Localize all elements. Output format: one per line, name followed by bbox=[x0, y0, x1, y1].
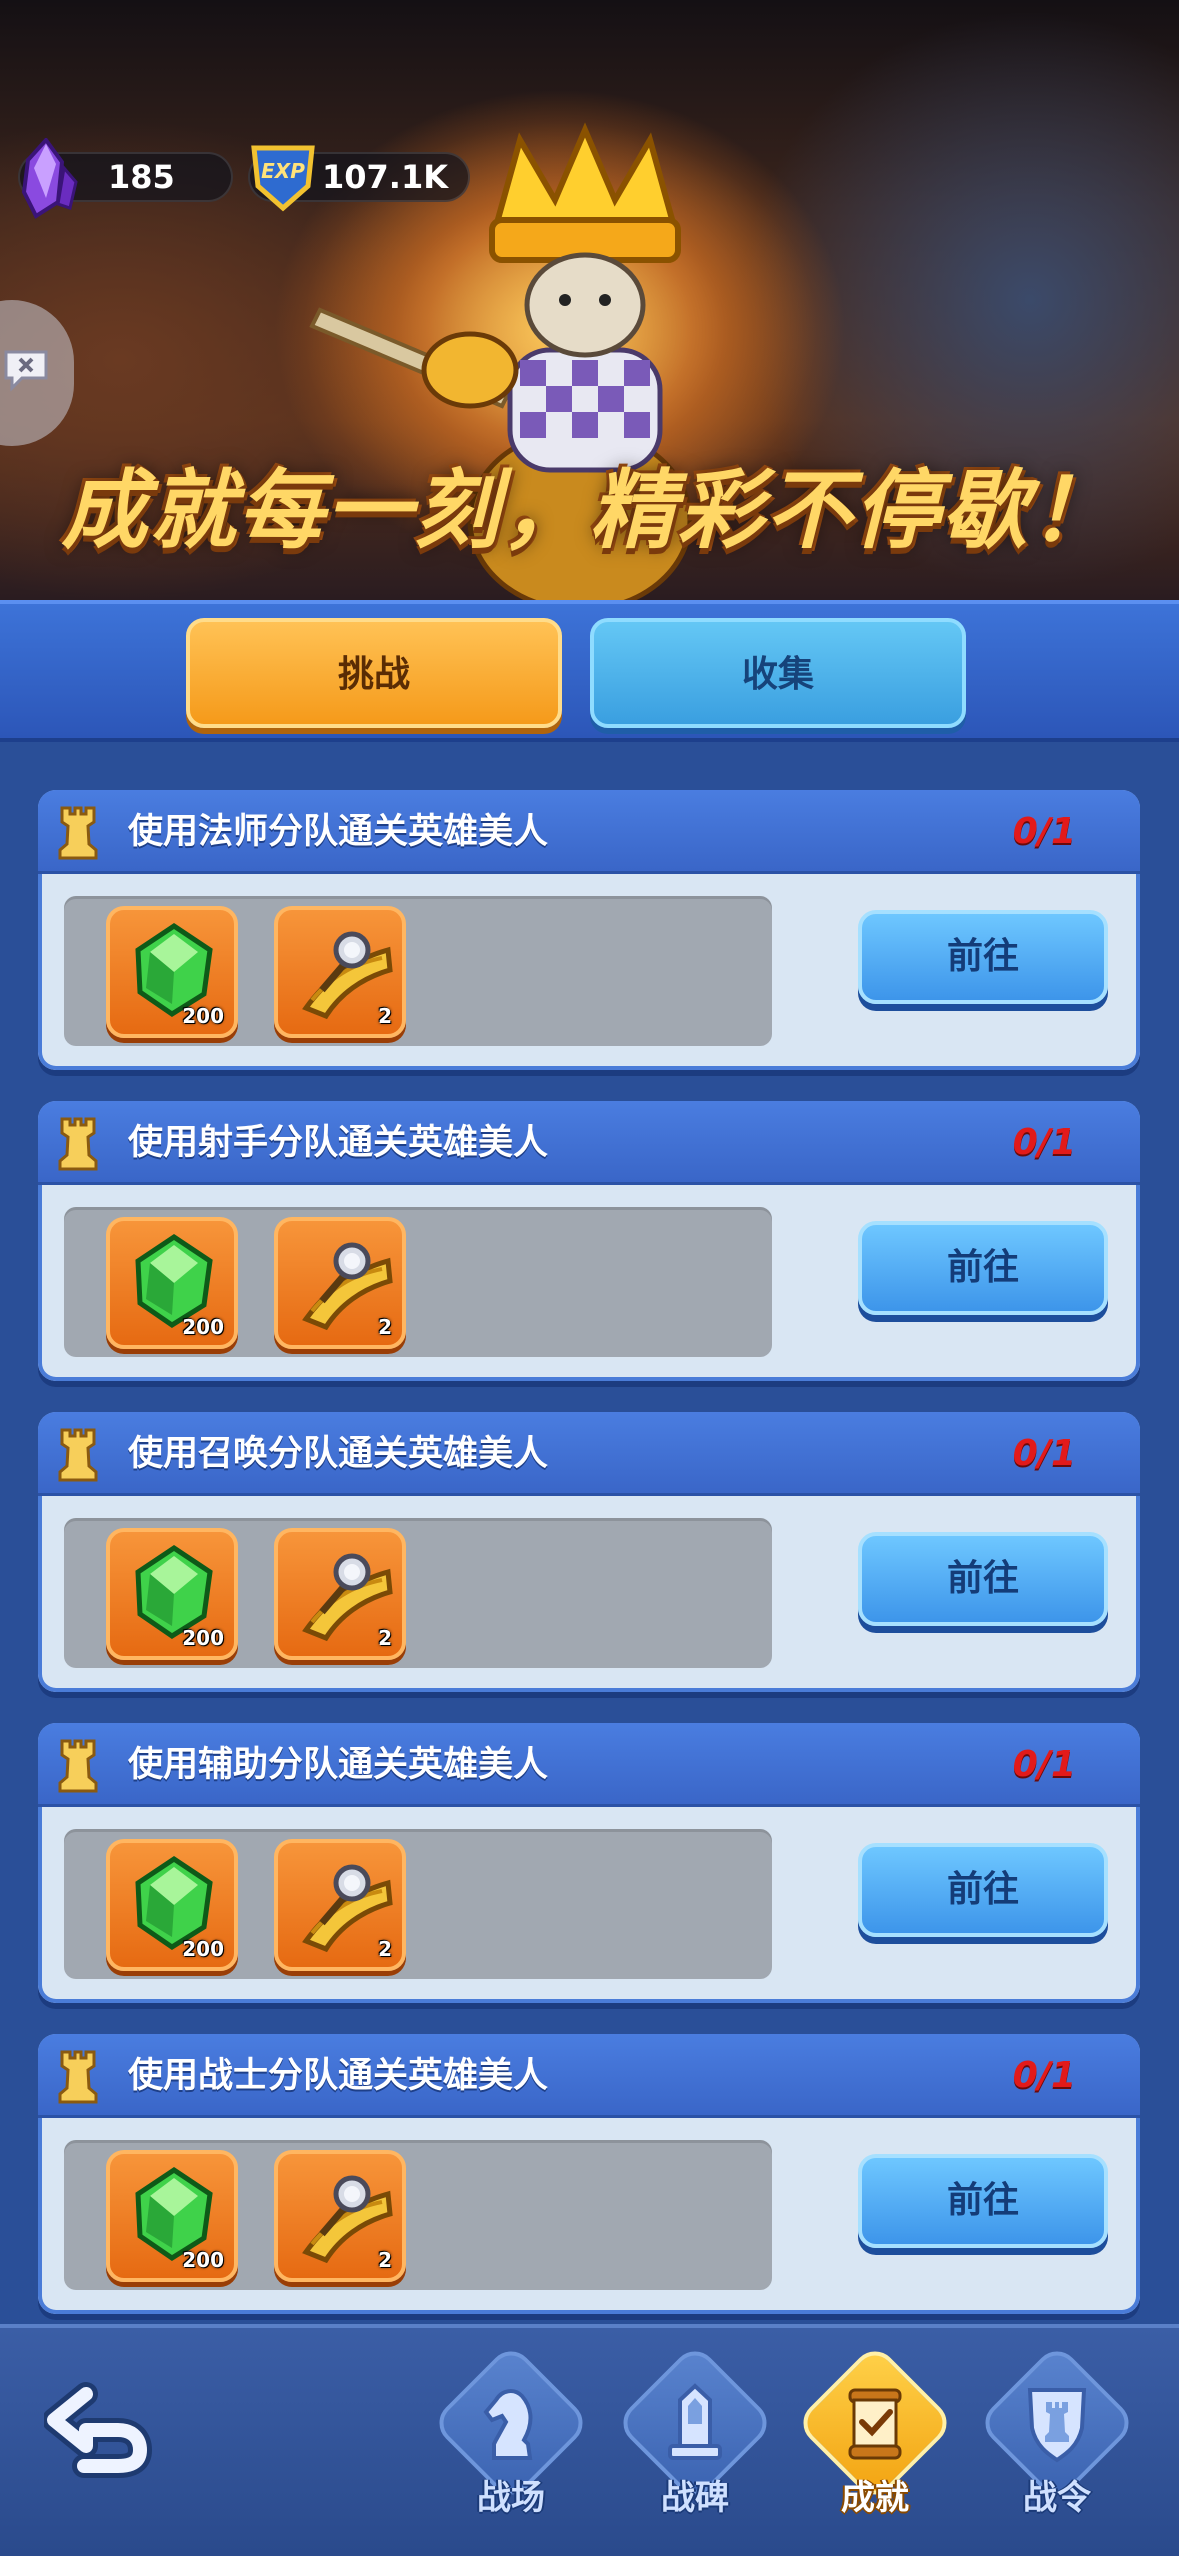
reward-tray: 200 2 bbox=[64, 2140, 772, 2290]
task-title: 使用法师分队通关英雄美人 bbox=[128, 812, 549, 852]
reward-qty: 200 bbox=[182, 2248, 224, 2272]
task-title: 使用射手分队通关英雄美人 bbox=[128, 1123, 549, 1163]
knight-icon bbox=[483, 2389, 533, 2460]
reward-item-gems[interactable]: 200 bbox=[106, 1839, 238, 1971]
task-card: 使用辅助分队通关英雄美人 0/1 200 2 前往 bbox=[38, 1723, 1140, 2003]
reward-qty: 200 bbox=[182, 1315, 224, 1339]
rook-icon bbox=[58, 1739, 98, 1793]
task-card-header: 使用召唤分队通关英雄美人 0/1 bbox=[38, 1412, 1140, 1496]
reward-tray: 200 2 bbox=[64, 896, 772, 1046]
task-card-header: 使用辅助分队通关英雄美人 0/1 bbox=[38, 1723, 1140, 1807]
task-card-header: 使用射手分队通关英雄美人 0/1 bbox=[38, 1101, 1140, 1185]
reward-qty: 2 bbox=[378, 1315, 392, 1339]
reward-qty: 200 bbox=[182, 1937, 224, 1961]
gem-counter[interactable]: 185 bbox=[18, 138, 233, 219]
nav-battle-pass-label: 战令 bbox=[1023, 2478, 1091, 2518]
exp-counter[interactable]: EXP 107.1K bbox=[248, 145, 470, 212]
task-progress: 0/1 bbox=[1012, 1433, 1076, 1474]
reward-qty: 2 bbox=[378, 2248, 392, 2272]
nav-monument-label: 战碑 bbox=[661, 2478, 729, 2518]
task-card: 使用战士分队通关英雄美人 0/1 200 2 前往 bbox=[38, 2034, 1140, 2314]
nav-achievements-label: 成就 bbox=[841, 2478, 909, 2518]
rook-icon bbox=[58, 1428, 98, 1482]
task-progress: 0/1 bbox=[1012, 811, 1076, 852]
go-button[interactable]: 前往 bbox=[858, 1843, 1108, 1937]
reward-item-scroll[interactable]: 2 bbox=[274, 2150, 406, 2282]
reward-item-gems[interactable]: 200 bbox=[106, 2150, 238, 2282]
rook-icon bbox=[58, 1117, 98, 1171]
nav-battle-pass[interactable]: 战令 bbox=[972, 2342, 1142, 2530]
task-progress: 0/1 bbox=[1012, 2055, 1076, 2096]
task-card-header: 使用法师分队通关英雄美人 0/1 bbox=[38, 790, 1140, 874]
task-card: 使用法师分队通关英雄美人 0/1 200 2 前往 bbox=[38, 790, 1140, 1070]
task-card: 使用召唤分队通关英雄美人 0/1 200 2 前往 bbox=[38, 1412, 1140, 1692]
reward-item-scroll[interactable]: 2 bbox=[274, 1217, 406, 1349]
task-title: 使用辅助分队通关英雄美人 bbox=[128, 1745, 549, 1785]
go-button[interactable]: 前往 bbox=[858, 2154, 1108, 2248]
reward-qty: 2 bbox=[378, 1004, 392, 1028]
nav-battlefield[interactable]: 战场 bbox=[426, 2342, 596, 2530]
nav-battlefield-label: 战场 bbox=[477, 2478, 545, 2518]
purple-crystal-icon bbox=[21, 138, 78, 219]
svg-text:EXP: EXP bbox=[261, 159, 305, 183]
rook-icon bbox=[58, 806, 98, 860]
go-button[interactable]: 前往 bbox=[858, 1221, 1108, 1315]
nav-achievements[interactable]: 成就 bbox=[790, 2342, 960, 2530]
chat-toggle-button[interactable] bbox=[0, 300, 74, 446]
rook-icon bbox=[58, 2050, 98, 2104]
task-card-header: 使用战士分队通关英雄美人 0/1 bbox=[38, 2034, 1140, 2118]
scroll-check-icon bbox=[848, 2388, 902, 2460]
reward-item-gems[interactable]: 200 bbox=[106, 1217, 238, 1349]
task-progress: 0/1 bbox=[1012, 1122, 1076, 1163]
reward-item-gems[interactable]: 200 bbox=[106, 906, 238, 1038]
back-arrow-icon[interactable] bbox=[44, 2380, 162, 2480]
achievement-task-list: 使用法师分队通关英雄美人 0/1 200 2 前往 使用射手分队通关英雄美人 0… bbox=[38, 790, 1140, 2345]
task-title: 使用召唤分队通关英雄美人 bbox=[128, 1434, 549, 1474]
tab-challenge[interactable]: 挑战 bbox=[186, 618, 562, 728]
reward-tray: 200 2 bbox=[64, 1207, 772, 1357]
reward-item-scroll[interactable]: 2 bbox=[274, 1839, 406, 1971]
reward-item-gems[interactable]: 200 bbox=[106, 1528, 238, 1660]
reward-qty: 200 bbox=[182, 1626, 224, 1650]
go-button[interactable]: 前往 bbox=[858, 910, 1108, 1004]
reward-tray: 200 2 bbox=[64, 1829, 772, 1979]
go-button[interactable]: 前往 bbox=[858, 1532, 1108, 1626]
exp-count: 107.1K bbox=[322, 158, 449, 196]
gem-count: 185 bbox=[108, 158, 175, 196]
rook-shield-icon bbox=[1027, 2388, 1087, 2463]
reward-item-scroll[interactable]: 2 bbox=[274, 1528, 406, 1660]
reward-qty: 2 bbox=[378, 1626, 392, 1650]
category-tab-bar: 挑战 收集 bbox=[0, 600, 1179, 742]
banner-title: 成就每一刻，精彩不停歇！ bbox=[61, 461, 1118, 561]
reward-qty: 2 bbox=[378, 1937, 392, 1961]
nav-monument[interactable]: 战碑 bbox=[610, 2342, 780, 2530]
reward-item-scroll[interactable]: 2 bbox=[274, 906, 406, 1038]
task-card: 使用射手分队通关英雄美人 0/1 200 2 前往 bbox=[38, 1101, 1140, 1381]
bottom-navigation: 战场 战碑 成就 战令 bbox=[0, 2324, 1179, 2556]
monument-icon bbox=[668, 2383, 722, 2460]
chat-off-icon bbox=[4, 350, 48, 392]
tab-collect[interactable]: 收集 bbox=[590, 618, 966, 728]
reward-qty: 200 bbox=[182, 1004, 224, 1028]
header-banner: 成就每一刻，精彩不停歇！ 185 EXP 107.1K bbox=[0, 0, 1179, 600]
reward-tray: 200 2 bbox=[64, 1518, 772, 1668]
task-progress: 0/1 bbox=[1012, 1744, 1076, 1785]
exp-badge-icon: EXP bbox=[251, 145, 315, 212]
task-title: 使用战士分队通关英雄美人 bbox=[128, 2056, 549, 2096]
